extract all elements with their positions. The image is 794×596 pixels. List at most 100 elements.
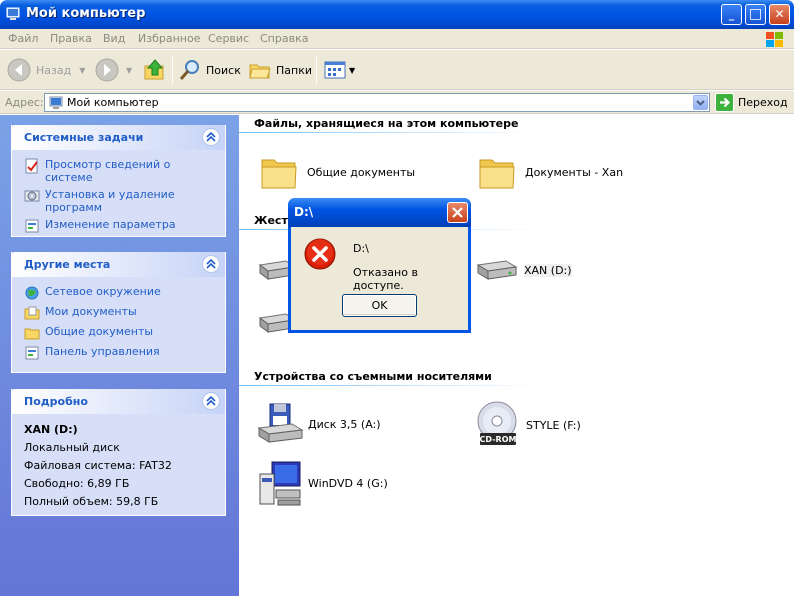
group-header-files: Файлы, хранящиеся на этом компьютере bbox=[254, 117, 519, 130]
item-documents-xan[interactable]: Документы - Xan bbox=[477, 152, 623, 192]
chevron-up-double-icon bbox=[206, 258, 216, 269]
content-area: Файлы, хранящиеся на этом компьютере Общ… bbox=[239, 115, 794, 596]
folders-icon bbox=[249, 64, 271, 79]
details-panel: Подробно XAN (D:) Локальный диск Файлова… bbox=[11, 389, 226, 516]
detail-name: XAN (D:) bbox=[24, 423, 78, 436]
ok-button[interactable]: OK bbox=[342, 294, 417, 317]
menu-edit[interactable]: Правка bbox=[50, 32, 92, 45]
error-dialog: D:\ D:\ Отказано в доступе. OK bbox=[288, 198, 471, 333]
folder-icon bbox=[479, 159, 515, 189]
window-title: Мой компьютер bbox=[26, 6, 146, 21]
address-bar: Адрес: Мой компьютер Переход bbox=[0, 91, 794, 114]
address-label: Адрес: bbox=[5, 96, 44, 109]
address-dropdown-button[interactable] bbox=[693, 95, 708, 110]
task-view-system-info[interactable]: Просмотр сведений о системе bbox=[24, 158, 215, 184]
group-divider bbox=[239, 385, 539, 386]
my-documents-icon bbox=[24, 306, 40, 320]
views-button[interactable]: ▼ bbox=[323, 56, 355, 84]
task-change-setting[interactable]: Изменение параметра bbox=[24, 218, 215, 234]
menu-help[interactable]: Справка bbox=[260, 32, 308, 45]
my-computer-icon bbox=[49, 96, 63, 109]
dialog-close-button[interactable] bbox=[447, 202, 468, 223]
chevron-up-double-icon bbox=[206, 131, 216, 142]
detail-total: Полный объем: 59,8 ГБ bbox=[24, 495, 159, 508]
forward-dropdown-icon[interactable]: ▼ bbox=[126, 66, 132, 75]
forward-arrow-icon bbox=[95, 58, 119, 82]
dialog-titlebar[interactable]: D:\ bbox=[288, 198, 471, 227]
detail-free: Свободно: 6,89 ГБ bbox=[24, 477, 130, 490]
panel-header[interactable]: Системные задачи bbox=[12, 125, 225, 150]
back-dropdown-icon[interactable]: ▼ bbox=[79, 66, 85, 75]
group-header-hard-disks: Жест bbox=[254, 214, 288, 227]
go-button[interactable]: Переход bbox=[715, 93, 788, 112]
folder-icon bbox=[24, 328, 40, 340]
windvd-app-icon bbox=[259, 461, 301, 506]
menu-favorites[interactable]: Избранное bbox=[138, 32, 200, 45]
detail-filesystem: Файловая система: FAT32 bbox=[24, 459, 172, 472]
system-info-icon bbox=[25, 158, 38, 174]
views-dropdown-icon[interactable]: ▼ bbox=[349, 66, 355, 75]
collapse-button[interactable] bbox=[202, 255, 220, 273]
address-input[interactable]: Мой компьютер bbox=[44, 93, 710, 112]
back-button[interactable]: Назад ▼ bbox=[6, 56, 85, 84]
detail-type: Локальный диск bbox=[24, 441, 120, 454]
toolbar-separator bbox=[316, 56, 317, 84]
panel-header[interactable]: Подробно bbox=[12, 389, 225, 414]
menu-tools[interactable]: Сервис bbox=[208, 32, 249, 45]
search-icon bbox=[179, 60, 199, 80]
maximize-button[interactable]: □ bbox=[745, 4, 766, 25]
close-button[interactable]: ✕ bbox=[769, 4, 790, 25]
dialog-path-text: D:\ bbox=[353, 242, 369, 255]
task-pane: Системные задачи Просмотр сведений о сис… bbox=[0, 115, 239, 596]
group-divider bbox=[239, 132, 539, 133]
toolbar: Назад ▼ ▼ Поиск Папки ▼ bbox=[0, 50, 794, 90]
item-shared-documents[interactable]: Общие документы bbox=[259, 152, 415, 192]
network-icon bbox=[25, 286, 39, 300]
control-panel-icon bbox=[25, 219, 39, 233]
panel-header[interactable]: Другие места bbox=[12, 252, 225, 277]
item-floppy-a[interactable]: Диск 3,5 (A:) bbox=[256, 402, 381, 446]
views-icon bbox=[324, 61, 346, 79]
menu-file[interactable]: Файл bbox=[8, 32, 38, 45]
collapse-button[interactable] bbox=[202, 392, 220, 410]
window-titlebar[interactable]: Мой компьютер _ □ ✕ bbox=[0, 0, 794, 29]
toolbar-separator bbox=[172, 56, 173, 84]
windows-logo-icon bbox=[766, 32, 783, 47]
cd-rom-badge: CD-ROM bbox=[480, 435, 517, 444]
system-tasks-panel: Системные задачи Просмотр сведений о сис… bbox=[11, 125, 226, 237]
close-icon bbox=[452, 207, 463, 218]
chevron-down-icon bbox=[696, 100, 705, 106]
up-button[interactable] bbox=[143, 56, 167, 84]
minimize-button[interactable]: _ bbox=[721, 4, 742, 25]
place-control-panel[interactable]: Панель управления bbox=[24, 345, 215, 361]
place-network[interactable]: Сетевое окружение bbox=[24, 285, 215, 301]
folder-up-icon bbox=[144, 59, 164, 80]
address-value: Мой компьютер bbox=[67, 96, 159, 109]
dialog-message: Отказано в доступе. bbox=[353, 266, 418, 292]
menu-view[interactable]: Вид bbox=[103, 32, 125, 45]
back-arrow-icon bbox=[7, 58, 31, 82]
floppy-drive-icon bbox=[257, 403, 304, 443]
task-add-remove-programs[interactable]: Установка и удаление программ bbox=[24, 188, 215, 214]
forward-button[interactable]: ▼ bbox=[94, 56, 132, 84]
item-windvd-g[interactable]: WinDVD 4 (G:) bbox=[256, 458, 388, 508]
search-button[interactable]: Поиск bbox=[178, 56, 241, 84]
other-places-panel: Другие места Сетевое окружение Мои докум… bbox=[11, 252, 226, 373]
folders-button[interactable]: Папки bbox=[248, 56, 312, 84]
group-header-removable: Устройства со съемными носителями bbox=[254, 370, 492, 383]
menu-bar: Файл Правка Вид Избранное Сервис Справка bbox=[0, 29, 794, 49]
place-shared-documents[interactable]: Общие документы bbox=[24, 325, 215, 341]
place-my-documents[interactable]: Мои документы bbox=[24, 305, 215, 321]
folder-icon bbox=[261, 159, 297, 189]
cd-rom-icon: CD-ROM bbox=[477, 401, 517, 445]
hard-drive-icon bbox=[476, 260, 518, 280]
chevron-up-double-icon bbox=[206, 395, 216, 406]
error-icon bbox=[304, 238, 336, 270]
item-cdrom-f[interactable]: CD-ROM STYLE (F:) bbox=[472, 400, 581, 450]
add-remove-programs-icon bbox=[24, 190, 40, 202]
collapse-button[interactable] bbox=[202, 128, 220, 146]
control-panel-icon bbox=[25, 346, 39, 360]
my-computer-icon bbox=[6, 7, 20, 20]
item-drive-xan-d[interactable]: XAN (D:) bbox=[474, 255, 572, 285]
go-arrow-icon bbox=[715, 93, 734, 112]
